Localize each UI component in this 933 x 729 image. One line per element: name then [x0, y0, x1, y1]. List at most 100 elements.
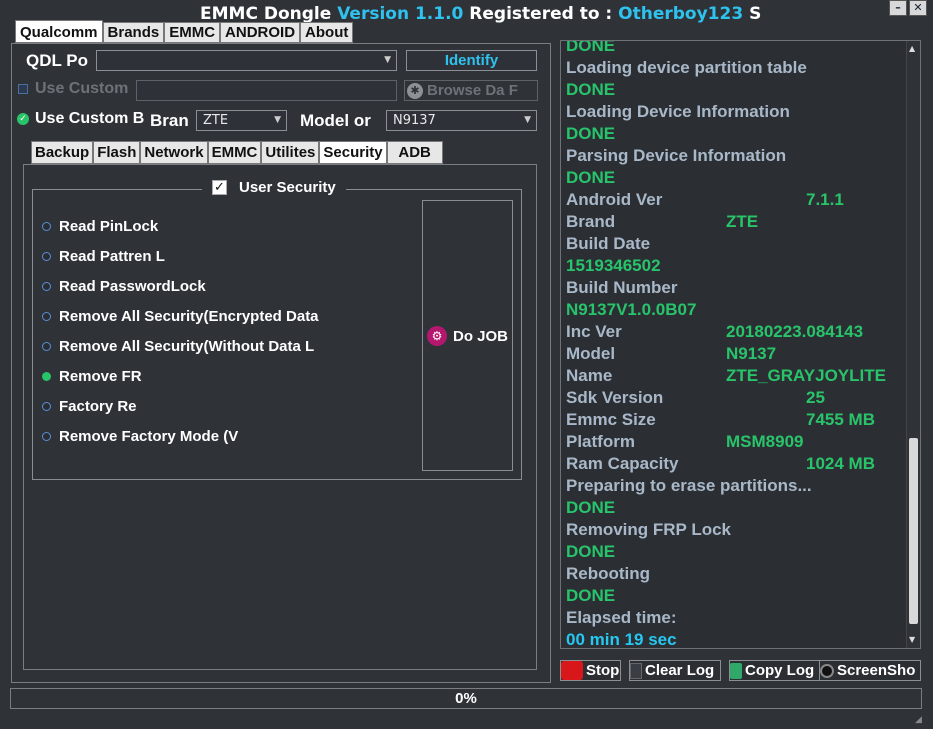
clear-log-button[interactable]: Clear Log — [629, 660, 721, 681]
radio-icon — [42, 252, 51, 261]
log-value: 25 — [806, 388, 825, 407]
screenshot-button[interactable]: ScreenSho — [819, 660, 921, 681]
option-read-pattern[interactable]: Read Pattren L — [42, 248, 172, 265]
progress-bar: 0% — [10, 688, 922, 709]
tab-security[interactable]: Security — [319, 141, 387, 164]
use-custom-loader-checkbox[interactable] — [18, 84, 28, 94]
log-line: Sdk Version — [566, 388, 664, 407]
stop-button[interactable]: Stop — [560, 660, 621, 681]
log-line: Loading device partition table — [566, 58, 807, 77]
tab-emmc-sub[interactable]: EMMC — [207, 141, 262, 164]
browse-loader-button[interactable]: ✱ Browse Da F — [404, 80, 538, 101]
scroll-up-icon[interactable]: ▲ — [909, 44, 915, 53]
log-line: N9137V1.0.0B07 — [566, 300, 697, 319]
function-tab-bar: Backup Flash Network EMMC Utilites Secur… — [31, 141, 443, 164]
tab-emmc[interactable]: EMMC — [164, 22, 221, 43]
radio-icon — [42, 312, 51, 321]
tab-utilites[interactable]: Utilites — [261, 141, 320, 164]
user-security-checkbox[interactable]: ✓ — [212, 180, 227, 195]
minimize-button[interactable]: – — [889, 0, 907, 16]
qdl-port-select[interactable]: ▼ — [96, 50, 397, 71]
tab-backup[interactable]: Backup — [31, 141, 94, 164]
option-remove-factory-mode[interactable]: Remove Factory Mode (V — [42, 428, 252, 445]
log-line: Elapsed time: — [566, 608, 677, 627]
log-line: Brand — [566, 212, 616, 231]
copy-log-button[interactable]: Copy Log — [729, 660, 821, 681]
log-line: Name — [566, 366, 613, 385]
identify-button[interactable]: Identify — [406, 50, 537, 71]
window-title: EMMC Dongle Version 1.1.0 Registered to … — [200, 4, 762, 24]
log-line: 00 min 19 sec — [566, 630, 677, 649]
log-line: DONE — [566, 498, 616, 517]
log-line: Ram Capacity — [566, 454, 679, 473]
log-value: 7.1.1 — [806, 190, 844, 209]
tab-android[interactable]: ANDROID — [220, 22, 301, 43]
log-value: N9137 — [726, 344, 777, 363]
radio-icon — [42, 342, 51, 351]
gear-icon: ✱ — [407, 82, 423, 99]
progress-text: 0% — [455, 690, 477, 707]
scroll-down-icon[interactable]: ▼ — [909, 635, 915, 644]
log-line: Preparing to erase partitions... — [566, 476, 812, 495]
chevron-down-icon: ▼ — [274, 115, 281, 125]
tab-adb[interactable]: ADB — [386, 141, 443, 164]
radio-icon — [42, 282, 51, 291]
close-button[interactable]: ✕ — [909, 0, 927, 16]
model-select[interactable]: N9137 ▼ — [386, 110, 537, 131]
log-line: Emmc Size — [566, 410, 656, 429]
log-line: DONE — [566, 124, 616, 143]
log-line: DONE — [566, 168, 616, 187]
chevron-down-icon: ▼ — [524, 115, 531, 125]
option-remove-frp[interactable]: Remove FR — [42, 368, 143, 385]
log-line: Platform — [566, 432, 635, 451]
tab-network[interactable]: Network — [140, 141, 208, 164]
stop-icon — [561, 661, 583, 680]
chevron-down-icon: ▼ — [384, 55, 391, 65]
log-line: 1519346502 — [566, 256, 661, 275]
log-line: DONE — [566, 586, 616, 605]
tab-flash[interactable]: Flash — [93, 141, 141, 164]
copy-icon — [730, 662, 742, 679]
tab-qualcomm[interactable]: Qualcomm — [15, 20, 103, 43]
log-line: DONE — [566, 40, 616, 55]
loader-path-input[interactable] — [136, 80, 397, 101]
log-value: 7455 MB — [806, 410, 875, 429]
log-line: DONE — [566, 542, 616, 561]
gear-icon: ⚙ — [427, 326, 447, 346]
log-output[interactable]: DONE Loading device partition table DONE Lo… — [560, 40, 921, 649]
model-label: Model or — [300, 111, 371, 130]
eraser-icon — [630, 662, 642, 679]
radio-icon — [42, 222, 51, 231]
log-value: ZTE_GRAYJOYLITE — [726, 366, 886, 385]
log-line: Inc Ver — [566, 322, 622, 341]
option-read-pinlock[interactable]: Read PinLock — [42, 218, 179, 235]
use-custom-brand-label: Use Custom B — [35, 110, 145, 127]
log-line: DONE — [566, 80, 616, 99]
main-tab-bar: Qualcomm Brands EMMC ANDROID About — [15, 20, 354, 43]
tab-brands[interactable]: Brands — [102, 22, 165, 43]
log-line: Model — [566, 344, 616, 363]
log-line: Loading Device Information — [566, 102, 790, 121]
do-job-button[interactable]: ⚙ Do JOB — [422, 200, 513, 471]
log-value: 20180223.084143 — [726, 322, 864, 341]
log-line: Rebooting — [566, 564, 651, 583]
option-remove-all-without-data[interactable]: Remove All Security(Without Data L — [42, 338, 324, 355]
option-factory-reset[interactable]: Factory Re — [42, 398, 143, 415]
log-line: Android Ver — [566, 190, 663, 209]
scroll-thumb[interactable] — [909, 438, 918, 624]
use-custom-brand-checkbox[interactable]: ✓ — [17, 113, 29, 125]
option-remove-all-encrypted[interactable]: Remove All Security(Encrypted Data — [42, 308, 324, 325]
tab-about[interactable]: About — [300, 22, 354, 43]
brand-label: Bran — [150, 111, 189, 130]
log-line: Build Date — [566, 234, 651, 253]
option-read-password[interactable]: Read PasswordLock — [42, 278, 214, 295]
brand-select[interactable]: ZTE ▼ — [196, 110, 287, 131]
log-value: 1024 MB — [806, 454, 875, 473]
use-custom-loader-label: Use Custom — [35, 80, 129, 97]
log-scrollbar[interactable]: ▲ ▼ — [906, 41, 920, 648]
radio-icon — [42, 432, 51, 441]
camera-icon — [820, 663, 834, 678]
log-value: ZTE — [726, 212, 759, 231]
resize-grip-icon[interactable]: ◢ — [915, 715, 922, 725]
log-value: MSM8909 — [726, 432, 804, 451]
